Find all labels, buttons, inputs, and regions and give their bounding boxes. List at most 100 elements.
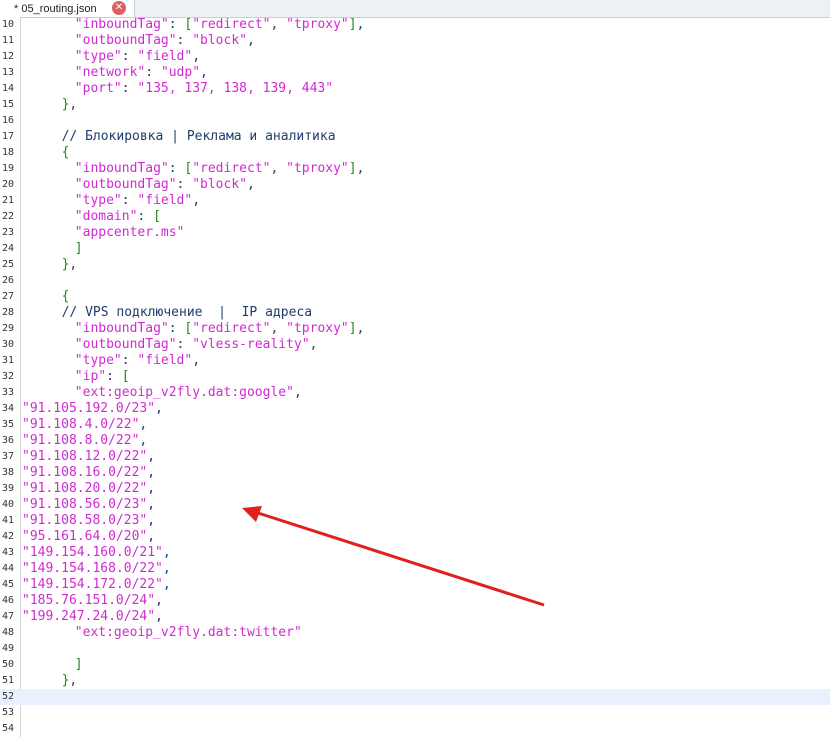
- code-line[interactable]: 47 "199.247.24.0/24",: [0, 609, 830, 625]
- code-line[interactable]: 11 "outboundTag": "block",: [0, 33, 830, 49]
- code-text: "199.247.24.0/24",: [22, 609, 163, 624]
- line-number: 10: [2, 19, 15, 30]
- line-number: 44: [2, 563, 15, 574]
- code-line[interactable]: 38 "91.108.16.0/22",: [0, 465, 830, 481]
- line-number: 23: [2, 227, 15, 238]
- code-line[interactable]: 53: [0, 705, 830, 721]
- line-number: 35: [2, 419, 15, 430]
- code-line[interactable]: 51},: [0, 673, 830, 689]
- code-line[interactable]: 36 "91.108.8.0/22",: [0, 433, 830, 449]
- code-line[interactable]: 44 "149.154.168.0/22",: [0, 561, 830, 577]
- code-line[interactable]: 50]: [0, 657, 830, 673]
- line-number: 39: [2, 483, 15, 494]
- code-line[interactable]: 18 {: [0, 145, 830, 161]
- line-number: 20: [2, 179, 15, 190]
- code-line[interactable]: 29 "inboundTag": ["redirect", "tproxy"],: [0, 321, 830, 337]
- code-line[interactable]: 43 "149.154.160.0/21",: [0, 545, 830, 561]
- line-number: 47: [2, 611, 15, 622]
- line-number: 50: [2, 659, 15, 670]
- code-text: "95.161.64.0/20",: [22, 529, 156, 544]
- code-text: "port": "135, 137, 138, 139, 443": [74, 81, 334, 96]
- code-line[interactable]: 19 "inboundTag": ["redirect", "tproxy"],: [0, 161, 830, 177]
- code-text: "type": "field",: [74, 353, 201, 368]
- code-line[interactable]: 27 {: [0, 289, 830, 305]
- code-text: "ext:geoip_v2fly.dat:twitter": [74, 625, 302, 640]
- code-line[interactable]: 31 "type": "field",: [0, 353, 830, 369]
- code-text: // VPS подключение | IP адреса: [61, 305, 313, 320]
- code-line[interactable]: 54: [0, 721, 830, 737]
- code-line[interactable]: 25},: [0, 257, 830, 273]
- code-text: "domain": [: [74, 209, 161, 224]
- line-number: 21: [2, 195, 15, 206]
- code-text: "inboundTag": ["redirect", "tproxy"],: [74, 17, 365, 32]
- code-text: "91.105.192.0/23",: [22, 401, 163, 416]
- code-editor[interactable]: 10 "inboundTag": ["redirect", "tproxy"], 1…: [0, 17, 830, 737]
- code-line[interactable]: 14 "port": "135, 137, 138, 139, 443": [0, 81, 830, 97]
- code-line[interactable]: 12 "type": "field",: [0, 49, 830, 65]
- line-number: 43: [2, 547, 15, 558]
- line-number: 34: [2, 403, 15, 414]
- line-number: 41: [2, 515, 15, 526]
- code-line[interactable]: 35 "91.108.4.0/22",: [0, 417, 830, 433]
- line-number: 49: [2, 643, 15, 654]
- code-line[interactable]: 33 "ext:geoip_v2fly.dat:google",: [0, 385, 830, 401]
- code-text: "91.108.58.0/23",: [22, 513, 156, 528]
- code-line[interactable]: 20 "outboundTag": "block",: [0, 177, 830, 193]
- close-icon[interactable]: ✕: [112, 1, 126, 15]
- line-number: 51: [2, 675, 15, 686]
- code-text: "outboundTag": "block",: [74, 177, 255, 192]
- code-text: "91.108.4.0/22",: [22, 417, 148, 432]
- line-number: 33: [2, 387, 15, 398]
- code-line[interactable]: 28 // VPS подключение | IP адреса: [0, 305, 830, 321]
- line-number: 14: [2, 83, 15, 94]
- code-line[interactable]: 24]: [0, 241, 830, 257]
- tab-05-routing-json[interactable]: * 05_routing.json ✕: [0, 0, 135, 17]
- code-line[interactable]: 21 "type": "field",: [0, 193, 830, 209]
- line-number: 29: [2, 323, 15, 334]
- code-line[interactable]: 17 // Блокировка | Реклама и аналитика: [0, 129, 830, 145]
- code-line[interactable]: 49: [0, 641, 830, 657]
- code-line[interactable]: 22 "domain": [: [0, 209, 830, 225]
- tab-title: * 05_routing.json: [14, 2, 97, 15]
- code-line[interactable]: 40 "91.108.56.0/23",: [0, 497, 830, 513]
- code-line[interactable]: 46 "185.76.151.0/24",: [0, 593, 830, 609]
- line-number: 42: [2, 531, 15, 542]
- code-line[interactable]: 10 "inboundTag": ["redirect", "tproxy"],: [0, 17, 830, 33]
- code-line[interactable]: 45 "149.154.172.0/22",: [0, 577, 830, 593]
- code-line[interactable]: 41 "91.108.58.0/23",: [0, 513, 830, 529]
- code-line[interactable]: 15},: [0, 97, 830, 113]
- code-line[interactable]: 48 "ext:geoip_v2fly.dat:twitter": [0, 625, 830, 641]
- code-text: "91.108.12.0/22",: [22, 449, 156, 464]
- code-line[interactable]: 37 "91.108.12.0/22",: [0, 449, 830, 465]
- code-text: ]: [74, 657, 83, 672]
- code-line[interactable]: 52: [0, 689, 830, 705]
- code-line[interactable]: 32 "ip": [: [0, 369, 830, 385]
- code-line[interactable]: 13 "network": "udp",: [0, 65, 830, 81]
- code-line[interactable]: 26: [0, 273, 830, 289]
- code-line[interactable]: 16: [0, 113, 830, 129]
- line-number: 36: [2, 435, 15, 446]
- code-text: "outboundTag": "vless-reality",: [74, 337, 318, 352]
- line-number: 30: [2, 339, 15, 350]
- line-number: 22: [2, 211, 15, 222]
- code-text: "91.108.16.0/22",: [22, 465, 156, 480]
- code-text: "91.108.56.0/23",: [22, 497, 156, 512]
- code-text: "inboundTag": ["redirect", "tproxy"],: [74, 321, 365, 336]
- code-text: "outboundTag": "block",: [74, 33, 255, 48]
- code-text: {: [61, 145, 70, 160]
- code-text: },: [61, 257, 78, 272]
- code-line[interactable]: 23 "appcenter.ms": [0, 225, 830, 241]
- line-number: 31: [2, 355, 15, 366]
- code-line[interactable]: 34 "91.105.192.0/23",: [0, 401, 830, 417]
- code-line[interactable]: 42 "95.161.64.0/20",: [0, 529, 830, 545]
- line-number: 17: [2, 131, 15, 142]
- code-text: ]: [74, 241, 83, 256]
- line-number: 45: [2, 579, 15, 590]
- line-number: 28: [2, 307, 15, 318]
- code-text: {: [61, 289, 70, 304]
- line-number: 18: [2, 147, 15, 158]
- code-line[interactable]: 39 "91.108.20.0/22",: [0, 481, 830, 497]
- code-line[interactable]: 30 "outboundTag": "vless-reality",: [0, 337, 830, 353]
- line-number: 26: [2, 275, 15, 286]
- line-number: 38: [2, 467, 15, 478]
